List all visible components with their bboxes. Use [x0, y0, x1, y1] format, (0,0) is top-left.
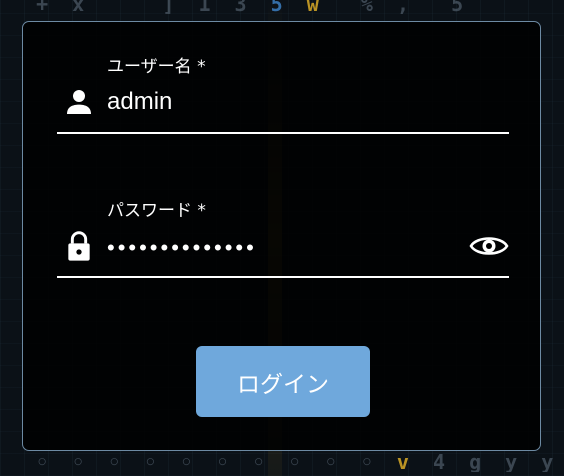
username-underline	[57, 132, 509, 134]
username-input[interactable]	[107, 84, 457, 120]
password-row	[57, 226, 509, 266]
lock-icon	[68, 231, 90, 261]
username-label: ユーザー名 *	[107, 57, 206, 77]
login-panel: ユーザー名 * パスワード * ログイン	[22, 21, 541, 451]
background-glyphs-top: + x ] 1 3 5 w % , 5	[36, 0, 470, 14]
eye-icon[interactable]	[469, 232, 509, 260]
password-underline	[57, 276, 509, 278]
password-input[interactable]	[107, 230, 457, 266]
login-button[interactable]: ログイン	[196, 346, 370, 417]
password-label: パスワード *	[107, 201, 206, 221]
person-icon	[67, 90, 91, 114]
username-row	[57, 82, 509, 122]
background-glyphs-bottom: ◦ ◦ ◦ ◦ ◦ ◦ ◦ ◦ ◦ ◦ v 4 g y y . 8 D	[0, 452, 560, 472]
